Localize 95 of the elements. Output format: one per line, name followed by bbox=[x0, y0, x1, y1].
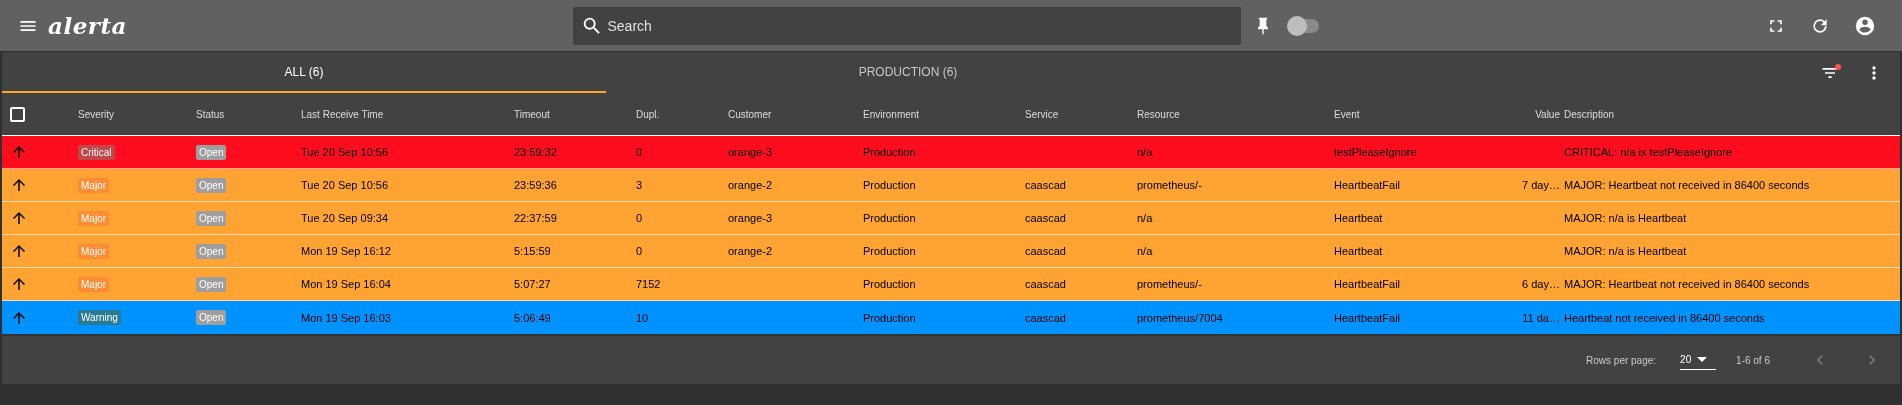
rows-per-page-select[interactable]: 20 bbox=[1680, 350, 1717, 370]
table-cell-text: 0 bbox=[636, 146, 644, 158]
column-header[interactable]: Last Receive Time bbox=[301, 108, 514, 120]
table-cell-text: Mon 19 Sep 16:12 bbox=[301, 245, 392, 257]
column-header[interactable]: Severity bbox=[78, 108, 196, 120]
table-cell-text: Heartbeat bbox=[1334, 212, 1384, 224]
account-icon[interactable] bbox=[1854, 14, 1876, 37]
table-cell-text: 22:37:59 bbox=[514, 212, 558, 224]
alert-row[interactable]: Major Open Tue 20 Sep 10:56 23:59:36 3 orange-2 Production caascad prometheus/- HeartbeatFail 7 day… MAJOR: Heartbeat not received in 86400 seconds bbox=[2, 169, 1900, 202]
alert-row[interactable]: Major Open Mon 19 Sep 16:04 5:07:27 7152 Production caascad prometheus/- HeartbeatFail 6 day… MAJOR: Heartbeat not received in 86400 seconds bbox=[2, 268, 1900, 301]
table-cell-text: 11 da… bbox=[1522, 311, 1561, 324]
alert-row[interactable]: Warning Open Mon 19 Sep 16:03 5:06:49 10 Production caascad prometheus/7004 HeartbeatFail 11 da… Heartbeat not received in 86400 seconds bbox=[2, 301, 1900, 334]
column-header[interactable]: Service bbox=[1025, 108, 1137, 120]
table-cell-text: n/a bbox=[1137, 146, 1154, 158]
table-cell-text: Tue 20 Sep 09:34 bbox=[301, 212, 390, 224]
column-header[interactable]: Environment bbox=[863, 108, 1025, 120]
table-cell-text: n/a bbox=[1137, 212, 1154, 224]
table-cell-text: 23:59:32 bbox=[514, 146, 558, 158]
table-cell-text: 3 bbox=[636, 179, 644, 191]
table-cell-text: MAJOR: n/a is Heartbeat bbox=[1564, 245, 1688, 257]
table-cell-text: prometheus/- bbox=[1137, 278, 1203, 290]
table-cell-text: Tue 20 Sep 10:56 bbox=[301, 146, 390, 158]
alert-row[interactable]: Major Open Mon 19 Sep 16:12 5:15:59 0 orange-2 Production caascad n/a Heartbeat MAJOR: n/a is Heartbeat bbox=[2, 235, 1900, 268]
table-cell-text: caascad bbox=[1025, 245, 1067, 257]
table-cell-text: orange-2 bbox=[728, 179, 774, 191]
table-cell-text: 5:06:49 bbox=[514, 311, 552, 324]
table-cell-text: testPleaseIgnore bbox=[1334, 146, 1418, 158]
table-cell-text: caascad bbox=[1025, 311, 1067, 324]
table-cell-text: MAJOR: n/a is Heartbeat bbox=[1564, 212, 1688, 224]
severity-badge: Major bbox=[78, 210, 109, 226]
table-cell-text: Mon 19 Sep 16:04 bbox=[301, 278, 392, 290]
table-cell-text: HeartbeatFail bbox=[1334, 179, 1402, 191]
table-cell-text: prometheus/7004 bbox=[1137, 311, 1224, 324]
severity-badge: Major bbox=[78, 243, 109, 259]
table-cell-text: MAJOR: Heartbeat not received in 86400 seconds bbox=[1564, 278, 1811, 290]
table-cell-text: Heartbeat bbox=[1334, 245, 1384, 257]
app-logo[interactable]: alerta bbox=[48, 12, 127, 39]
tab[interactable]: ALL (6) bbox=[2, 52, 606, 93]
status-badge: Open bbox=[196, 310, 227, 325]
table-cell-text: 23:59:36 bbox=[514, 179, 558, 191]
severity-badge: Major bbox=[78, 276, 109, 292]
column-header[interactable]: Dupl. bbox=[636, 108, 728, 120]
table-cell-text: 10 bbox=[636, 311, 650, 324]
table-cell-text: 0 bbox=[636, 212, 644, 224]
table-cell-text: Mon 19 Sep 16:03 bbox=[301, 311, 392, 324]
table-cell-text: HeartbeatFail bbox=[1334, 278, 1402, 290]
table-cell-text: HeartbeatFail bbox=[1334, 311, 1402, 324]
select-all-checkbox[interactable] bbox=[10, 106, 25, 122]
rows-per-page-label: Rows per page: bbox=[1586, 354, 1657, 366]
table-cell-text: caascad bbox=[1025, 278, 1067, 290]
table-cell-text: Production bbox=[863, 311, 917, 324]
alert-row[interactable]: Critical Open Tue 20 Sep 10:56 23:59:32 0 orange-3 Production n/a testPleaseIgnore CRITICAL: n/a is testPleaseIgnore bbox=[2, 136, 1900, 169]
column-header[interactable]: Customer bbox=[728, 108, 863, 120]
column-header[interactable]: Event bbox=[1334, 108, 1520, 120]
table-cell-text: 7152 bbox=[636, 278, 662, 290]
table-cell-text: Production bbox=[863, 278, 917, 290]
status-badge: Open bbox=[196, 243, 227, 259]
status-badge: Open bbox=[196, 276, 227, 292]
table-cell-text: Tue 20 Sep 10:56 bbox=[301, 179, 390, 191]
caret-icon bbox=[1697, 357, 1708, 362]
status-badge: Open bbox=[196, 210, 227, 226]
table-cell-text: Production bbox=[863, 146, 917, 158]
column-header[interactable]: Timeout bbox=[514, 108, 636, 120]
table-cell-text: 5:07:27 bbox=[514, 278, 552, 290]
table-cell-text: caascad bbox=[1025, 212, 1067, 224]
severity-badge: Major bbox=[78, 177, 109, 193]
column-header[interactable]: Resource bbox=[1137, 108, 1334, 120]
table-cell-text: Production bbox=[863, 212, 917, 224]
table-cell-text: orange-3 bbox=[728, 146, 774, 158]
column-header[interactable]: Status bbox=[196, 108, 301, 120]
table-cell-text: Production bbox=[863, 245, 917, 257]
table-cell-text: 7 day… bbox=[1522, 179, 1561, 191]
table-cell-text: Heartbeat not received in 86400 seconds bbox=[1564, 311, 1766, 324]
severity-badge: Critical bbox=[78, 144, 115, 160]
page-range: 1-6 of 6 bbox=[1736, 354, 1770, 366]
table-cell-text: 6 day… bbox=[1522, 278, 1561, 290]
status-badge: Open bbox=[196, 144, 227, 160]
alert-row[interactable]: Major Open Tue 20 Sep 09:34 22:37:59 0 orange-3 Production caascad n/a Heartbeat MAJOR: n/a is Heartbeat bbox=[2, 202, 1900, 235]
table-cell-text: CRITICAL: n/a is testPleaseIgnore bbox=[1564, 146, 1734, 158]
table-cell-text: MAJOR: Heartbeat not received in 86400 seconds bbox=[1564, 179, 1811, 191]
table-cell-text: prometheus/- bbox=[1137, 179, 1203, 191]
table-cell-text: 5:15:59 bbox=[514, 245, 552, 257]
table-cell-text: Production bbox=[863, 179, 917, 191]
severity-badge: Warning bbox=[78, 310, 121, 325]
column-header[interactable]: Description bbox=[1564, 108, 1900, 120]
search-field[interactable]: Search bbox=[573, 6, 1242, 45]
table-cell-text: orange-2 bbox=[728, 245, 774, 257]
table-cell-text: n/a bbox=[1137, 245, 1154, 257]
table-cell-text: orange-3 bbox=[728, 212, 774, 224]
tab[interactable]: PRODUCTION (6) bbox=[606, 52, 1210, 93]
table-cell-text: caascad bbox=[1025, 179, 1067, 191]
toggle-switch[interactable] bbox=[1289, 18, 1320, 33]
status-badge: Open bbox=[196, 177, 227, 193]
column-header[interactable]: Value bbox=[1535, 108, 1564, 120]
table-cell-text: 0 bbox=[636, 245, 644, 257]
